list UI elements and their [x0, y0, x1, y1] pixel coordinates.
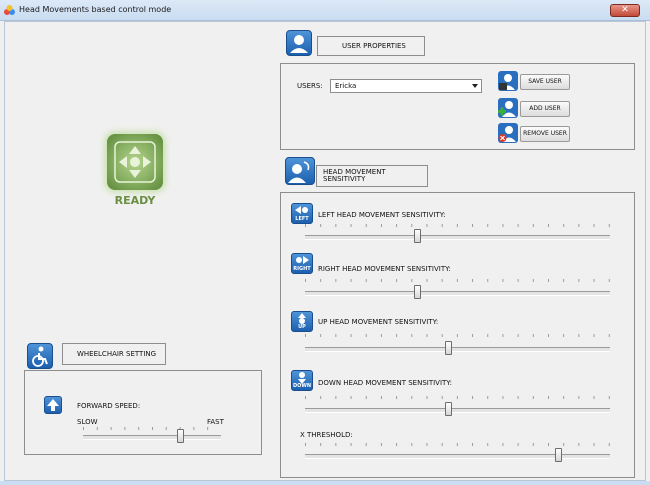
up-slider-thumb[interactable]	[444, 341, 452, 355]
wheelchair-icon	[27, 343, 53, 369]
down-arrow-icon: DOWN	[291, 370, 313, 391]
up-arrow-icon: UP	[291, 311, 313, 332]
close-button[interactable]: ✕	[610, 4, 640, 17]
up-slider-track[interactable]	[305, 347, 610, 352]
selected-user: Ericka	[335, 82, 357, 90]
right-sensitivity-label: RIGHT HEAD MOVEMENT SENSITIVITY:	[318, 265, 451, 273]
speed-slider-ticks	[83, 427, 221, 430]
ready-directional-icon	[107, 134, 163, 190]
users-label: USERS:	[297, 82, 323, 90]
left-slider-thumb[interactable]	[414, 229, 422, 243]
remove-user-icon	[498, 123, 518, 143]
forward-arrow-icon	[44, 396, 62, 414]
left-slider-ticks	[305, 224, 610, 227]
save-user-icon	[498, 71, 518, 91]
ready-status-label: READY	[114, 194, 156, 207]
forward-speed-label: FORWARD SPEED:	[77, 402, 141, 410]
x-threshold-track[interactable]	[305, 454, 610, 459]
left-slider-track[interactable]	[305, 235, 610, 240]
x-threshold-label: X THRESHOLD:	[300, 431, 353, 439]
window-bottom-border	[0, 481, 650, 485]
title-bar: Head Movements based control mode ✕	[0, 0, 650, 21]
window-title: Head Movements based control mode	[19, 5, 172, 14]
down-slider-ticks	[305, 396, 610, 399]
head-icon	[285, 157, 315, 185]
speed-slider-track[interactable]	[83, 435, 221, 440]
add-user-icon	[498, 98, 518, 118]
add-user-button[interactable]: ADD USER	[520, 101, 570, 117]
up-slider-ticks	[305, 334, 610, 337]
head-sensitivity-header: HEAD MOVEMENT SENSITIVITY	[316, 165, 428, 187]
left-sensitivity-label: LEFT HEAD MOVEMENT SENSITIVITY:	[318, 211, 446, 219]
x-threshold-thumb[interactable]	[554, 448, 562, 462]
save-user-button[interactable]: SAVE USER	[520, 74, 570, 90]
down-slider-thumb[interactable]	[444, 402, 452, 416]
up-sensitivity-label: UP HEAD MOVEMENT SENSITIVITY:	[318, 318, 439, 326]
speed-slider-thumb[interactable]	[177, 429, 185, 443]
user-properties-panel	[280, 63, 635, 150]
remove-user-button[interactable]: REMOVE USER	[520, 126, 570, 142]
right-slider-ticks	[305, 279, 610, 282]
wheelchair-header: WHEELCHAIR SETTING	[62, 343, 166, 365]
right-arrow-icon: RIGHT	[291, 253, 313, 274]
slow-label: SLOW	[77, 418, 98, 426]
left-arrow-icon: LEFT	[291, 203, 313, 224]
user-icon	[286, 30, 312, 56]
users-select[interactable]: Ericka	[330, 79, 482, 93]
fast-label: FAST	[207, 418, 224, 426]
x-threshold-ticks	[305, 443, 610, 446]
chevron-down-icon	[472, 84, 478, 88]
app-icon	[4, 5, 15, 15]
right-slider-track[interactable]	[305, 291, 610, 296]
down-slider-track[interactable]	[305, 408, 610, 413]
down-sensitivity-label: DOWN HEAD MOVEMENT SENSITIVITY:	[318, 379, 452, 387]
right-slider-thumb[interactable]	[414, 285, 422, 299]
user-properties-header: USER PROPERTIES	[317, 36, 425, 56]
